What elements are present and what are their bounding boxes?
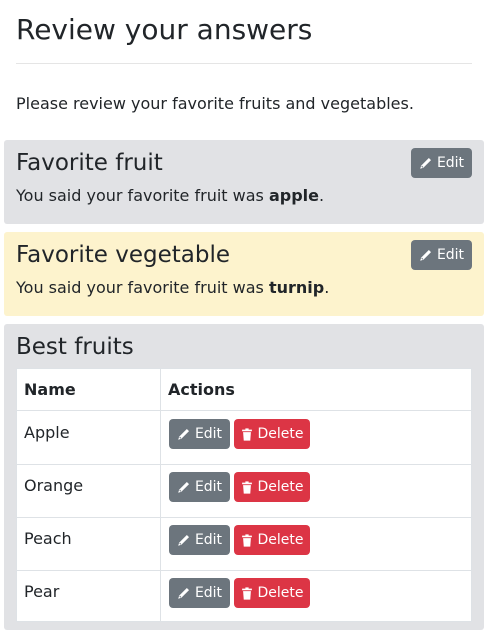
favorite-fruit-text: You said your favorite fruit was apple. xyxy=(16,186,324,206)
actions-header: Actions xyxy=(168,380,235,399)
favorite-fruit-title: Favorite fruit xyxy=(16,150,163,176)
trash-icon xyxy=(241,586,253,600)
favorite-vegetable-title: Favorite vegetable xyxy=(16,242,230,268)
edit-label: Edit xyxy=(194,532,223,548)
table-row: Orange Edit Delete xyxy=(17,464,471,518)
pencil-icon xyxy=(177,587,190,600)
table-row: Pear Edit Delete xyxy=(17,570,471,623)
delete-label: Delete xyxy=(257,479,304,495)
edit-fruit-button[interactable]: Edit xyxy=(169,419,230,449)
delete-fruit-button[interactable]: Delete xyxy=(234,525,310,555)
intro-text: Please review your favorite fruits and v… xyxy=(16,94,414,113)
pencil-icon xyxy=(177,481,190,494)
delete-fruit-button[interactable]: Delete xyxy=(234,472,310,502)
pencil-icon xyxy=(177,534,190,547)
favorite-fruit-prefix: You said your favorite fruit was xyxy=(16,186,269,205)
best-fruits-title: Best fruits xyxy=(16,334,134,360)
favorite-vegetable-value: turnip xyxy=(268,278,325,297)
best-fruits-card: Best fruits Name Actions Apple Edit Delete… xyxy=(4,324,484,630)
trash-icon xyxy=(241,480,253,494)
edit-label: Edit xyxy=(436,155,465,171)
edit-favorite-fruit-button[interactable]: Edit xyxy=(411,148,472,178)
best-fruits-table: Name Actions Apple Edit Delete Orange Edit De… xyxy=(16,368,472,622)
favorite-vegetable-card: Favorite vegetable Edit You said your fa… xyxy=(4,232,484,316)
favorite-fruit-suffix: . xyxy=(319,186,325,205)
fruit-name: Peach xyxy=(24,529,72,548)
favorite-fruit-card: Favorite fruit Edit You said your favori… xyxy=(4,140,484,224)
delete-label: Delete xyxy=(257,585,304,601)
edit-fruit-button[interactable]: Edit xyxy=(169,472,230,502)
page-title: Review your answers xyxy=(16,13,313,46)
edit-label: Edit xyxy=(194,585,223,601)
fruit-name: Apple xyxy=(24,423,70,442)
table-header-row: Name Actions xyxy=(17,369,471,411)
edit-label: Edit xyxy=(194,479,223,495)
name-header: Name xyxy=(24,380,76,399)
trash-icon xyxy=(241,427,253,441)
fruit-name: Pear xyxy=(24,582,60,601)
favorite-fruit-value: apple xyxy=(268,186,319,205)
table-row: Apple Edit Delete xyxy=(17,411,471,465)
title-divider xyxy=(16,63,472,64)
delete-label: Delete xyxy=(257,532,304,548)
edit-fruit-button[interactable]: Edit xyxy=(169,525,230,555)
favorite-vegetable-prefix: You said your favorite fruit was xyxy=(16,278,269,297)
pencil-icon xyxy=(177,428,190,441)
edit-favorite-vegetable-button[interactable]: Edit xyxy=(411,240,472,270)
pencil-icon xyxy=(419,157,432,170)
favorite-vegetable-suffix: . xyxy=(324,278,330,297)
edit-label: Edit xyxy=(436,247,465,263)
delete-fruit-button[interactable]: Delete xyxy=(234,578,310,608)
delete-label: Delete xyxy=(257,426,304,442)
edit-label: Edit xyxy=(194,426,223,442)
favorite-vegetable-text: You said your favorite fruit was turnip. xyxy=(16,278,329,298)
fruit-name: Orange xyxy=(24,476,84,495)
edit-fruit-button[interactable]: Edit xyxy=(169,578,230,608)
trash-icon xyxy=(241,533,253,547)
pencil-icon xyxy=(419,249,432,262)
table-row: Peach Edit Delete xyxy=(17,517,471,571)
delete-fruit-button[interactable]: Delete xyxy=(234,419,310,449)
